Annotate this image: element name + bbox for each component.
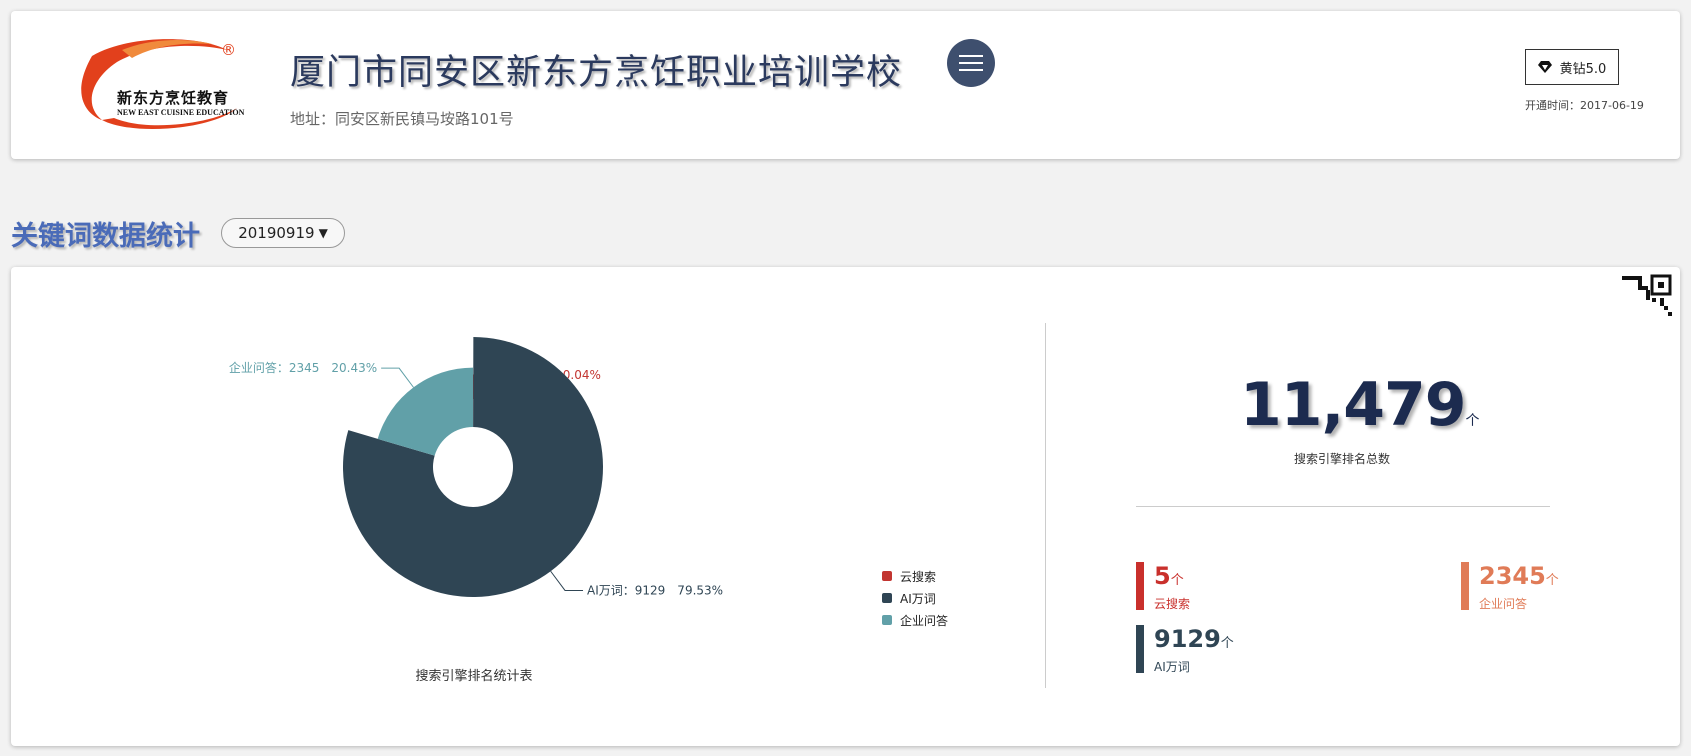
legend-item-qa[interactable]: 企业问答 [882, 609, 948, 631]
stat-qa: 2345个 企业问答 [1461, 562, 1559, 611]
vertical-divider [1045, 323, 1046, 688]
legend-swatch [882, 615, 892, 625]
stat-label: 企业问答 [1479, 597, 1528, 611]
chart-legend: 云搜索 AI万词 企业问答 [882, 565, 948, 631]
stat-value: 2345个 [1479, 562, 1559, 590]
stat-ai-words: 9129个 AI万词 [1136, 625, 1234, 674]
pie-leader-line [381, 367, 414, 388]
pie-label: 企业问答：2345 20.43% [229, 360, 377, 375]
chart-title: 搜索引擎排名统计表 [415, 669, 533, 684]
pie-label: AI万词：9129 79.53% [587, 583, 723, 597]
legend-label: 企业问答 [900, 613, 949, 628]
legend-label: 云搜索 [900, 569, 937, 584]
pie-slice[interactable] [377, 367, 473, 456]
pie-leader-line [550, 570, 584, 591]
legend-item-ai-words[interactable]: AI万词 [882, 587, 948, 609]
stat-value: 9129个 [1154, 625, 1234, 653]
stat-value: 5个 [1154, 562, 1184, 590]
horizontal-divider [1136, 506, 1550, 507]
total-count-value: 11,479 [1240, 370, 1467, 440]
legend-item-cloud-search[interactable]: 云搜索 [882, 565, 948, 587]
total-count-label: 搜索引擎排名总数 [1293, 452, 1390, 466]
legend-swatch [882, 593, 892, 603]
total-count-unit: 个 [1465, 413, 1480, 429]
legend-label: AI万词 [900, 591, 936, 606]
stat-cloud-search: 5个 云搜索 [1136, 562, 1191, 611]
stat-label: 云搜索 [1154, 597, 1191, 611]
legend-swatch [882, 571, 892, 581]
total-count: 11,479个 [1240, 370, 1480, 440]
stat-label: AI万词 [1154, 660, 1190, 674]
qr-code-icon[interactable] [1618, 272, 1674, 332]
